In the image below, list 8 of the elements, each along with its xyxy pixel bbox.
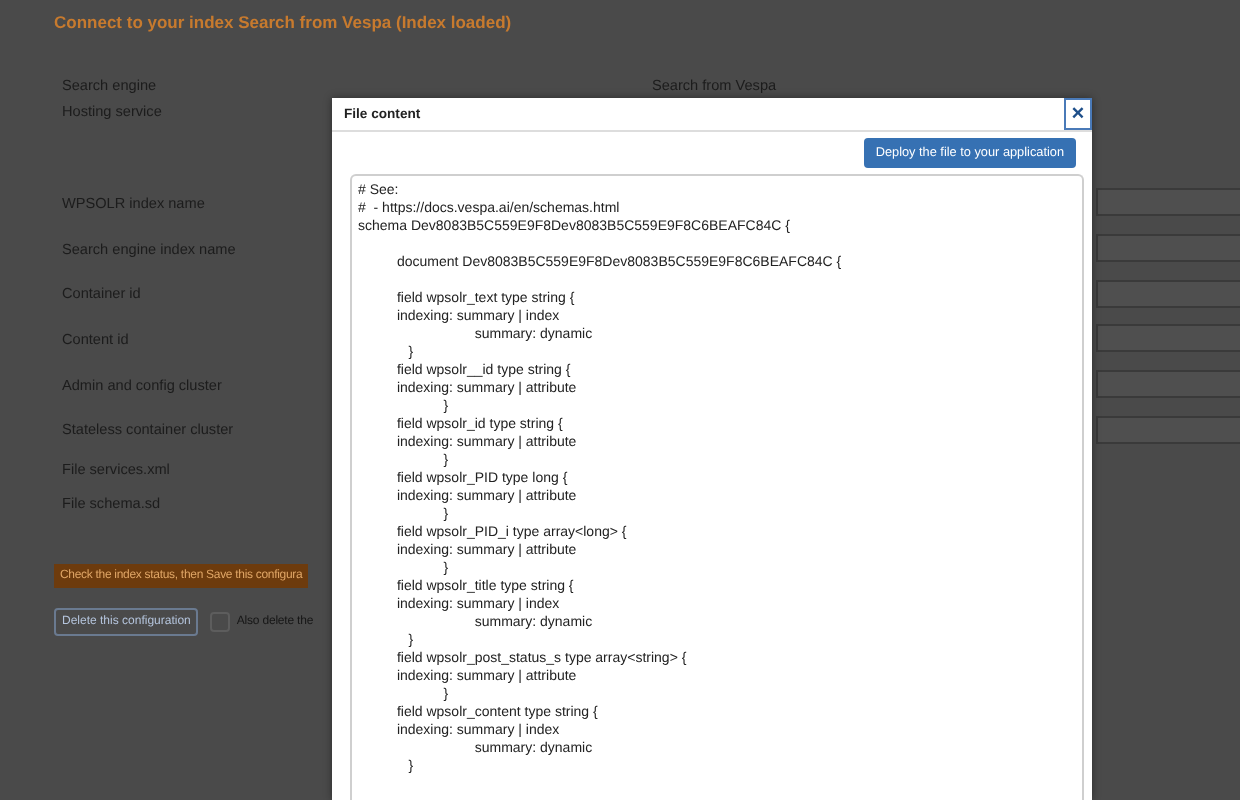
section-title: Connect to your index Search from Vespa (Index loaded): [54, 12, 514, 32]
input-field[interactable]: [1096, 279, 1240, 308]
input-field[interactable]: [1096, 370, 1240, 399]
close-button[interactable]: ×: [1064, 98, 1092, 130]
input-field[interactable]: [1096, 324, 1240, 353]
input-field[interactable]: [1096, 234, 1240, 263]
input-field[interactable]: [1096, 188, 1240, 217]
input-field[interactable]: [1096, 415, 1240, 444]
